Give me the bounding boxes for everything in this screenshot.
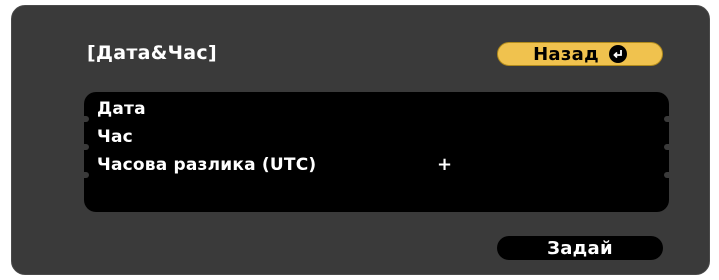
list-item-label: Час bbox=[97, 127, 133, 147]
date-time-dialog: [Дата&Час] Назад Дата Час Часова разлика… bbox=[11, 5, 710, 275]
enter-icon bbox=[608, 45, 627, 63]
row-divider-right bbox=[664, 116, 672, 122]
list-item-value: + bbox=[437, 154, 453, 175]
list-item-time[interactable]: Час bbox=[81, 124, 672, 150]
list-item-label: Дата bbox=[97, 99, 146, 119]
back-button-label: Назад bbox=[533, 43, 599, 65]
list-item-empty bbox=[84, 180, 669, 205]
dialog-title: [Дата&Час] bbox=[87, 42, 217, 64]
list-item-utc-offset[interactable]: Часова разлика (UTC) + bbox=[81, 152, 672, 178]
set-button[interactable]: Задай bbox=[497, 236, 663, 260]
list-item-date[interactable]: Дата bbox=[81, 96, 672, 122]
row-divider-left bbox=[81, 116, 89, 122]
row-divider-left bbox=[81, 172, 89, 178]
row-divider-right bbox=[664, 172, 672, 178]
back-button[interactable]: Назад bbox=[497, 42, 663, 66]
list-item-label: Часова разлика (UTC) bbox=[97, 155, 317, 175]
settings-list: Дата Час Часова разлика (UTC) + bbox=[81, 92, 672, 212]
row-divider-right bbox=[664, 144, 672, 150]
row-divider-left bbox=[81, 144, 89, 150]
